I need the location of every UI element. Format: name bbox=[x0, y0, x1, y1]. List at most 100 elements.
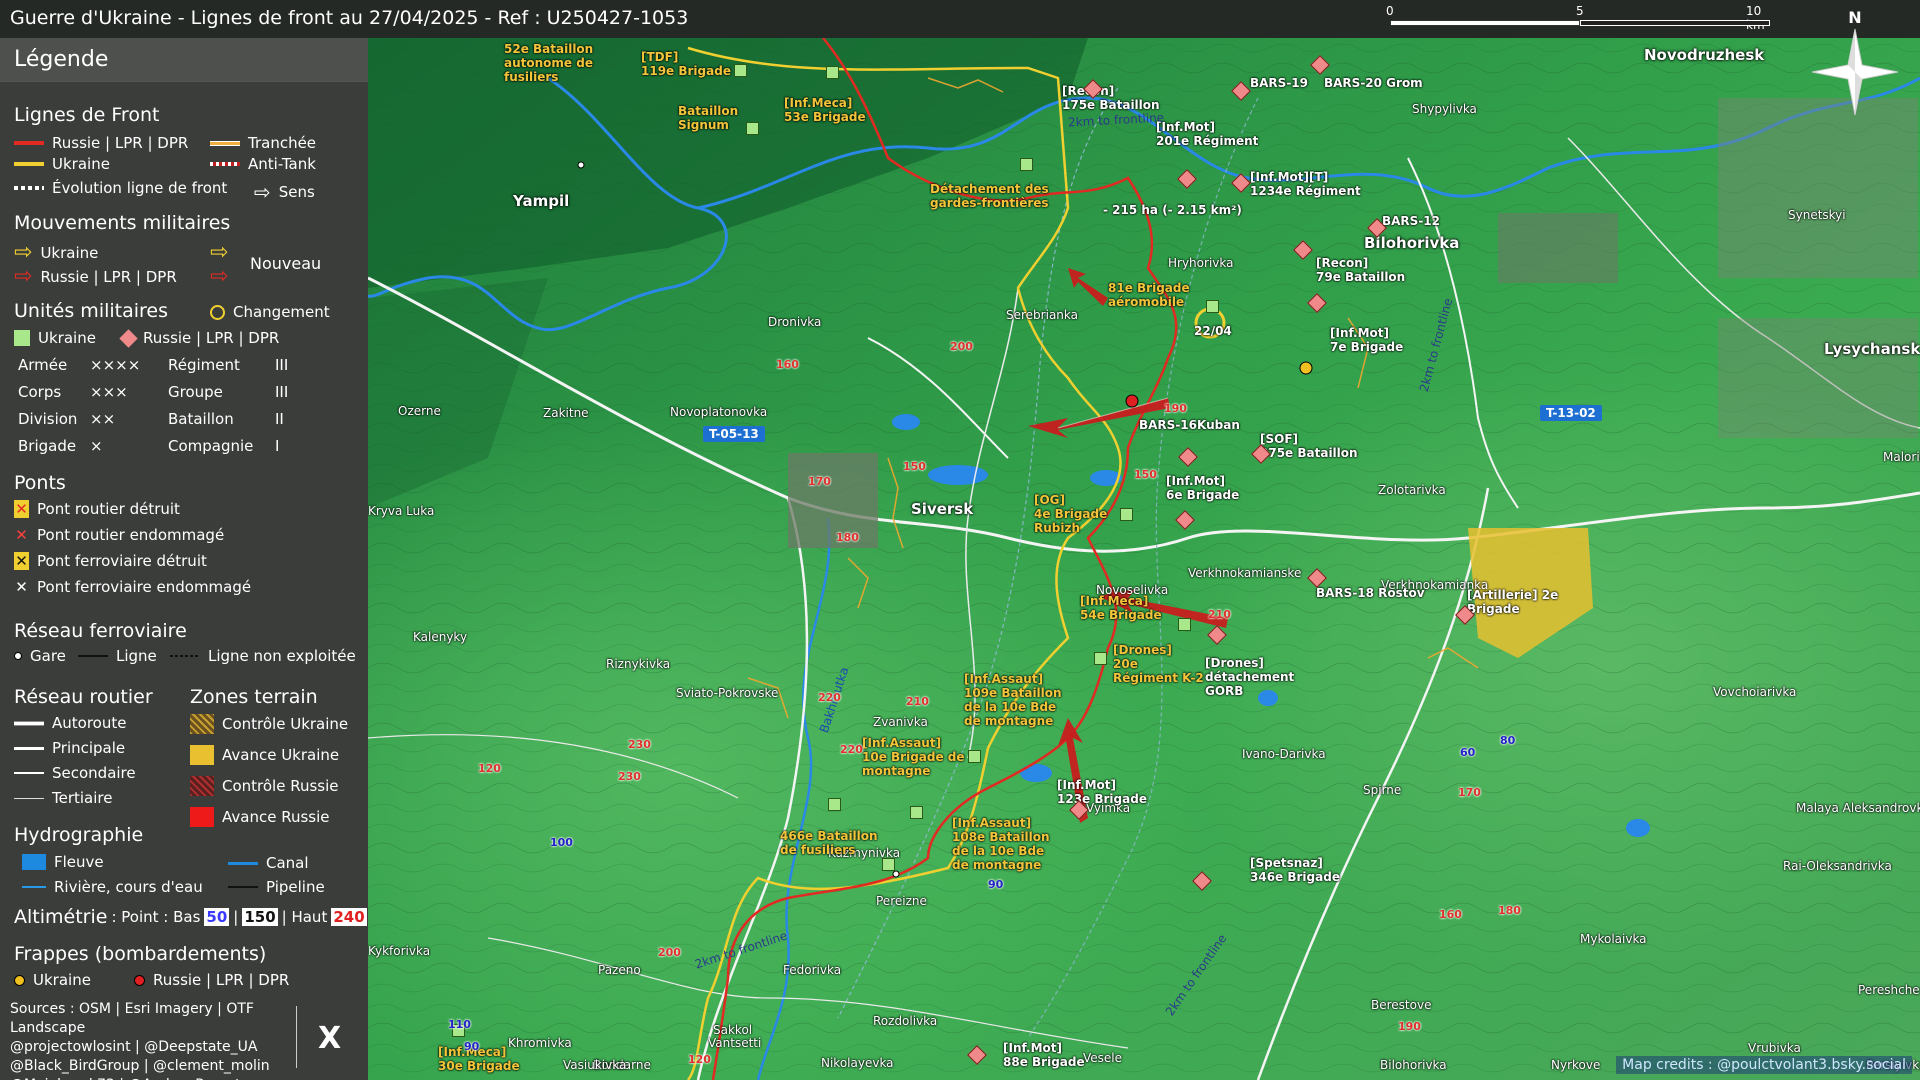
village-label[interactable]: Hryhorivka bbox=[1168, 256, 1233, 270]
ukraine-unit-label[interactable]: Bataillon Signum bbox=[678, 104, 738, 132]
x-logo-icon[interactable]: X bbox=[318, 1021, 341, 1056]
village-label[interactable]: Ivano-Darivka bbox=[1242, 747, 1326, 761]
russia-unit-label[interactable]: BARS-18 Rostov bbox=[1316, 586, 1425, 600]
russia-unit-label[interactable]: [Artillerie] 2e Brigade bbox=[1467, 588, 1558, 616]
russia-unit-label[interactable]: [SOF] 375e Bataillon bbox=[1260, 432, 1358, 460]
village-label[interactable]: Pazeno bbox=[598, 963, 641, 977]
map-credits[interactable]: Map credits : @poulctvolant3.bsky.social bbox=[1616, 1056, 1912, 1074]
village-label[interactable]: Synetskyi bbox=[1788, 208, 1846, 222]
russia-unit-label[interactable]: [Drones] détachement GORB bbox=[1205, 656, 1294, 698]
village-label[interactable]: Nikolayevka bbox=[821, 1056, 894, 1070]
town-lysychansk[interactable]: Lysychansk bbox=[1824, 340, 1920, 358]
town-yampil[interactable]: Yampil bbox=[513, 192, 569, 210]
ukraine-unit-marker[interactable] bbox=[734, 64, 747, 77]
town-novodruzhesk[interactable]: Novodruzhesk bbox=[1644, 46, 1764, 64]
russia-unit-label[interactable]: BARS-12 bbox=[1382, 214, 1440, 228]
russia-unit-label[interactable]: [Inf.Mot] 88e Brigade bbox=[1003, 1041, 1085, 1069]
village-label[interactable]: Serebrianka bbox=[1006, 308, 1078, 322]
village-label[interactable]: Shypylivka bbox=[1412, 102, 1477, 116]
legend-movements-title: Mouvements militaires bbox=[14, 212, 231, 234]
rail-bridge-destroyed-icon: ✕ bbox=[14, 552, 29, 570]
russia-unit-label[interactable]: BARS-16Kuban bbox=[1139, 418, 1240, 432]
village-label[interactable]: Vovchoiarivka bbox=[1713, 685, 1796, 699]
ukraine-unit-marker[interactable] bbox=[882, 858, 895, 871]
ukraine-unit-label[interactable]: [Drones] 20e Régiment K-2 bbox=[1113, 643, 1204, 685]
rail-bridge-damaged-icon: ✕ bbox=[15, 578, 28, 596]
village-label[interactable]: Riznykivka bbox=[606, 657, 670, 671]
village-label[interactable]: Zolotarivka bbox=[1378, 483, 1446, 497]
pipeline-swatch bbox=[228, 886, 258, 888]
ukraine-unit-label[interactable]: [Inf.Meca] 54e Brigade bbox=[1080, 594, 1162, 622]
village-label[interactable]: Mykolaivka bbox=[1580, 932, 1647, 946]
village-label[interactable]: Sakkol bbox=[713, 1023, 752, 1037]
ukraine-unit-label[interactable]: [Inf.Assaut] 109e Bataillon de la 10e Bd… bbox=[964, 672, 1062, 728]
ukraine-unit-marker[interactable] bbox=[746, 122, 759, 135]
legend-move-new: Nouveau bbox=[250, 254, 322, 273]
village-label[interactable]: Rozdolivka bbox=[873, 1014, 937, 1028]
new-yellow-arrow-icon: ⇨ bbox=[210, 240, 229, 265]
altitude-point: 200 bbox=[658, 946, 681, 959]
ukraine-unit-label[interactable]: 466e Bataillon de fusiliers bbox=[780, 829, 878, 857]
russia-unit-label[interactable]: [Inf.Mot] 123e Brigade bbox=[1057, 778, 1147, 806]
russia-unit-label[interactable]: [Spetsnaz] 346e Brigade bbox=[1250, 856, 1340, 884]
ukraine-unit-marker[interactable] bbox=[1206, 300, 1219, 313]
village-label[interactable]: Fedorivka bbox=[783, 963, 841, 977]
village-label[interactable]: Kalenyky bbox=[413, 630, 467, 644]
village-label[interactable]: Nyrkove bbox=[1551, 1058, 1600, 1072]
village-label[interactable]: Vrubivka bbox=[1748, 1041, 1801, 1055]
russia-unit-label[interactable]: [Inf.Mot] 7e Brigade bbox=[1330, 326, 1403, 354]
ukraine-unit-label[interactable]: 52e Bataillon autonome de fusiliers bbox=[504, 42, 593, 84]
village-label[interactable]: Pereshche bbox=[1858, 983, 1920, 997]
ukraine-unit-label[interactable]: [Inf.Assaut] 10e Brigade de montagne bbox=[862, 736, 965, 778]
village-label[interactable]: Pereizne bbox=[876, 894, 927, 908]
village-label[interactable]: Ozerne bbox=[398, 404, 441, 418]
russia-unit-label[interactable]: [Recon] 79e Bataillon bbox=[1316, 256, 1405, 284]
village-label[interactable]: Vasiukivka bbox=[563, 1058, 626, 1072]
ukraine-unit-marker[interactable] bbox=[1178, 618, 1191, 631]
russia-unit-label[interactable]: [Inf.Mot][T] 1234e Régiment bbox=[1250, 170, 1361, 198]
ukraine-unit-marker[interactable] bbox=[1120, 508, 1133, 521]
village-label[interactable]: Maloriazantseve bbox=[1883, 450, 1920, 464]
village-label[interactable]: Dronivka bbox=[768, 315, 821, 329]
village-label[interactable]: Vantsetti bbox=[708, 1036, 761, 1050]
legend-hydro-river: Fleuve bbox=[22, 853, 104, 871]
ukraine-unit-label[interactable]: 81e Brigade aéromobile bbox=[1108, 281, 1190, 309]
map-canvas[interactable]: T-05-13 T-13-02 Yampil Siversk Bilohoriv… bbox=[368, 38, 1920, 1080]
ukraine-unit-marker[interactable] bbox=[1094, 652, 1107, 665]
village-label[interactable]: Novoplatonovka bbox=[670, 405, 767, 419]
ukraine-unit-marker[interactable] bbox=[910, 806, 923, 819]
legend-panel: Légende Lignes de Front Russie | LPR | D… bbox=[0, 38, 368, 1080]
ukraine-unit-marker[interactable] bbox=[826, 66, 839, 79]
village-label[interactable]: Bilohorivka bbox=[1380, 1058, 1447, 1072]
ukraine-unit-marker[interactable] bbox=[828, 798, 841, 811]
russia-unit-label[interactable]: BARS-19 bbox=[1250, 76, 1308, 90]
ukraine-unit-label[interactable]: [OG] 4e Brigade Rubizh bbox=[1034, 493, 1107, 535]
village-label[interactable]: Zakitne bbox=[543, 406, 589, 420]
village-label[interactable]: Zvanivka bbox=[873, 715, 928, 729]
town-siversk[interactable]: Siversk bbox=[911, 500, 973, 518]
legend-rail-station: Gare bbox=[14, 647, 66, 665]
ukraine-unit-label[interactable]: [Inf.Meca] 53e Brigade bbox=[784, 96, 866, 124]
village-label[interactable]: Spirne bbox=[1363, 783, 1401, 797]
village-label[interactable]: Berestove bbox=[1371, 998, 1431, 1012]
ukraine-unit-marker[interactable] bbox=[1020, 158, 1033, 171]
village-label[interactable]: Kykforivka bbox=[368, 944, 430, 958]
village-label[interactable]: Verkhnokamianske bbox=[1188, 566, 1301, 580]
russia-unit-label[interactable]: [Inf.Mot] 201e Régiment bbox=[1156, 120, 1258, 148]
ukraine-unit-label[interactable]: [Inf.Assaut] 108e Bataillon de la 10e Bd… bbox=[952, 816, 1050, 872]
legend-unit-size-cell: Brigade bbox=[18, 437, 77, 455]
town-bilohorivka[interactable]: Bilohorivka bbox=[1364, 234, 1459, 252]
russia-unit-label[interactable]: [Inf.Mot] 6e Brigade bbox=[1166, 474, 1239, 502]
village-label[interactable]: Malaya Aleksandrovka bbox=[1796, 801, 1920, 815]
village-label[interactable]: Vesele bbox=[1083, 1051, 1122, 1065]
legend-unit-size-cell: I bbox=[275, 437, 280, 455]
village-label[interactable]: Kryva Luka bbox=[368, 504, 434, 518]
russia-unit-label[interactable]: [Recon] 175e Bataillon bbox=[1062, 84, 1160, 112]
ukraine-unit-label[interactable]: Détachement des gardes-frontières bbox=[930, 182, 1049, 210]
russia-unit-label[interactable]: BARS-20 Grom bbox=[1324, 76, 1423, 90]
ukraine-unit-marker[interactable] bbox=[968, 750, 981, 763]
ukraine-unit-label[interactable]: [TDF] 119e Brigade bbox=[641, 50, 731, 78]
village-label[interactable]: Rai-Oleksandrivka bbox=[1783, 859, 1892, 873]
legend-direction: ⇨ Sens bbox=[254, 180, 315, 204]
village-label[interactable]: Sviato-Pokrovske bbox=[676, 686, 778, 700]
